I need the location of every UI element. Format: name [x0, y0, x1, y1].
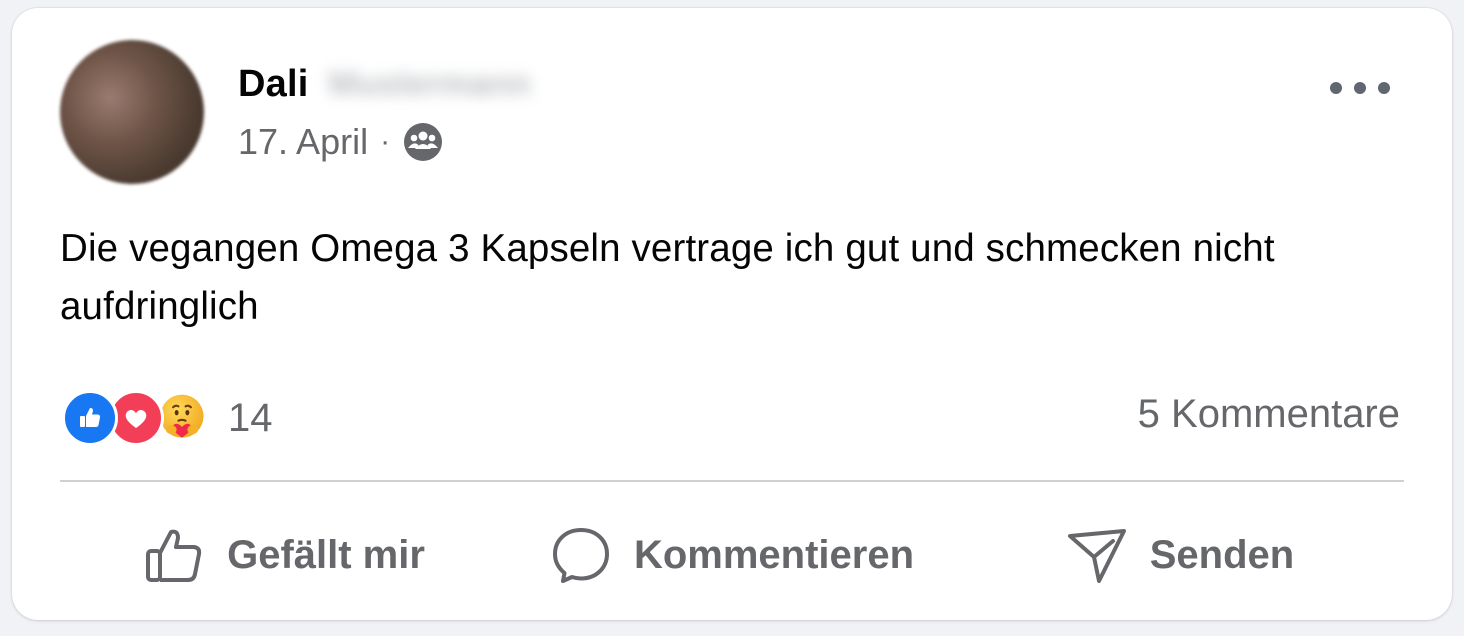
like-button[interactable]: Gefällt mir: [60, 513, 508, 597]
action-bar: Gefällt mir Kommentieren Senden: [60, 513, 1404, 597]
author-row: Dali Mustermann: [238, 60, 531, 108]
post-text: Die vegangen Omega 3 Kapseln vertrage ic…: [60, 227, 1275, 328]
comment-button[interactable]: Kommentieren: [508, 513, 956, 597]
send-icon: [1067, 529, 1126, 583]
more-dot: [1354, 82, 1366, 94]
comments-count-link[interactable]: 5 Kommentare: [1138, 392, 1400, 437]
post-date[interactable]: 17. April: [238, 121, 368, 163]
like-reaction-icon: [62, 390, 118, 446]
more-dot: [1378, 82, 1390, 94]
comment-bubble-icon: [552, 528, 609, 583]
comment-label: Kommentieren: [633, 532, 915, 577]
thumbs-up-icon: [146, 529, 202, 582]
divider: [60, 480, 1404, 482]
author-name[interactable]: Dali: [238, 63, 309, 106]
send-button[interactable]: Senden: [956, 513, 1404, 597]
reactions-summary[interactable]: 14: [62, 388, 273, 448]
send-label: Senden: [1149, 532, 1295, 577]
group-icon[interactable]: [402, 121, 444, 163]
meta-separator: ·: [380, 125, 391, 158]
more-options-button[interactable]: [1330, 70, 1390, 106]
more-dot: [1330, 82, 1342, 94]
reaction-count: 14: [228, 395, 273, 440]
avatar[interactable]: [60, 40, 204, 184]
like-label: Gefällt mir: [227, 532, 425, 577]
post-meta: 17. April ·: [238, 120, 444, 164]
post-card: Dali Mustermann 17. April · Die vegangen…: [12, 8, 1452, 620]
author-surname-blurred: Mustermann: [328, 64, 531, 103]
